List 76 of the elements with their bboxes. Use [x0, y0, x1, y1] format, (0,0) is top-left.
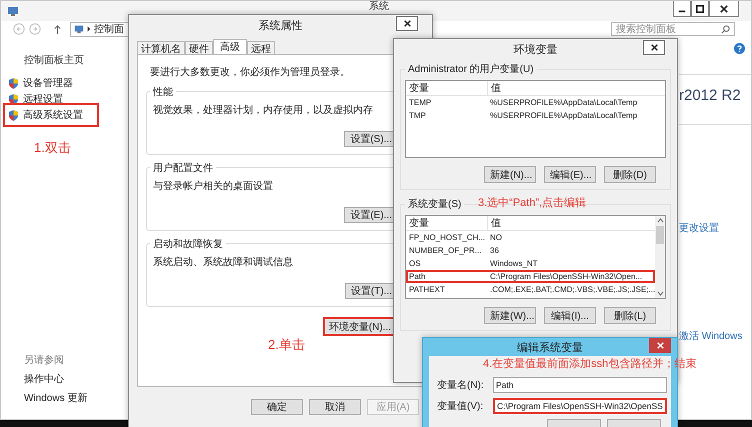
table-cell-text: %USERPROFILE%\AppData\Local\Temp — [489, 111, 638, 120]
close-icon — [656, 342, 664, 349]
group-title: 用户配置文件 — [150, 161, 216, 175]
list-button[interactable]: 编辑(I)... — [544, 307, 596, 324]
up-arrow-icon[interactable] — [53, 24, 62, 34]
section-heading: 另请参阅 — [24, 354, 65, 367]
list-button[interactable]: 编辑(E)... — [544, 166, 596, 183]
dialog-title: 环境变量 — [514, 42, 558, 56]
input-field[interactable]: Path — [493, 377, 667, 393]
group-description: 与登录帐户相关的桌面设置 — [153, 180, 274, 193]
field-label: 变量值(V): — [437, 400, 484, 413]
scrollbar[interactable] — [655, 216, 665, 298]
shield-icon — [9, 94, 18, 104]
scroll-down-icon[interactable] — [656, 291, 664, 296]
group-description: 视觉效果，处理器计划，内存使用，以及虚拟内存 — [153, 104, 374, 117]
group-title: 启动和故障恢复 — [150, 237, 226, 251]
scroll-up-icon[interactable] — [656, 218, 664, 223]
shield-icon — [9, 78, 18, 88]
computer-icon — [74, 24, 84, 34]
field-label: 变量名(N): — [437, 378, 485, 392]
tab[interactable]: 高级 — [213, 39, 247, 54]
chevron-icon — [87, 26, 91, 32]
tab[interactable]: 硬件 — [185, 41, 213, 54]
search-field[interactable]: 搜索控制面板 — [611, 22, 735, 36]
close-icon — [650, 44, 658, 51]
list-button[interactable]: 删除(D) — [604, 166, 656, 183]
annotation-text: 2.单击 — [268, 337, 305, 352]
change-settings-link[interactable]: 更改设置 — [679, 221, 751, 235]
group-title: 性能 — [150, 85, 176, 99]
annotation-text: 1.双击 — [34, 140, 71, 155]
column-header: 值 — [487, 216, 501, 230]
list-button[interactable]: 新建(N)... — [484, 166, 536, 183]
dialog-title: 系统属性 — [258, 18, 302, 32]
minimize-button[interactable] — [673, 1, 691, 17]
list-button[interactable]: 删除(L) — [604, 307, 656, 324]
table-cell-text: TMP — [408, 111, 427, 120]
table-cell-text: TEMP — [408, 98, 432, 107]
computer-icon — [7, 5, 19, 17]
dialog-button[interactable]: 确定 — [251, 399, 303, 415]
sidebar-item[interactable]: 远程设置 — [9, 93, 67, 105]
sidebar-item[interactable]: 设备管理器 — [9, 77, 77, 89]
maximize-button[interactable] — [691, 1, 709, 17]
window-title: 系统 — [369, 1, 389, 13]
close-icon — [720, 4, 728, 12]
list-row[interactable]: OS Windows_NT — [406, 257, 655, 270]
search-icon — [721, 24, 730, 34]
group-title: Administrator 的用户变量(U) — [405, 64, 537, 76]
shield-icon — [9, 110, 18, 120]
scroll-thumb[interactable] — [656, 226, 664, 244]
address-text: 控制面 — [94, 22, 124, 36]
dialog-title: 编辑系统变量 — [517, 340, 583, 354]
help-icon[interactable] — [734, 43, 745, 54]
group-title: 系统变量(S) — [405, 199, 464, 211]
list-row[interactable]: Path C:\Program Files\OpenSSH-Win32\Open... — [406, 270, 655, 283]
annotation-text: 3.选中“Path”,点击编辑 — [478, 197, 586, 210]
edition-text: r2012 R2 — [679, 87, 742, 104]
list-row[interactable]: FP_NO_HOST_CH... NO — [406, 231, 655, 244]
column-header: 变量 — [408, 216, 430, 230]
close-button[interactable] — [709, 1, 739, 17]
sidebar-item[interactable]: 高级系统设置 — [9, 109, 93, 121]
close-icon — [404, 20, 410, 27]
list-button[interactable]: 新建(W)... — [484, 307, 536, 324]
column-header: 变量 — [408, 82, 430, 95]
tab[interactable]: 计算机名 — [137, 41, 185, 54]
close-button[interactable] — [396, 16, 418, 31]
dialog-button[interactable]: 取消 — [309, 399, 361, 415]
tab[interactable]: 远程 — [247, 41, 275, 54]
group-description: 系统启动、系统故障和调试信息 — [153, 256, 294, 269]
maximize-icon — [696, 4, 704, 12]
close-button[interactable] — [643, 40, 665, 55]
activate-link[interactable]: 激活 Windows — [679, 329, 751, 343]
list-row[interactable]: PATHEXT .COM;.EXE;.BAT;.CMD;.VBS;.VBE;.JS;.JSE;... — [406, 283, 655, 296]
input-field[interactable]: C:\Program Files\OpenSSH-Win32\OpenSS — [493, 398, 667, 414]
column-header: 值 — [487, 81, 501, 95]
table-cell-text: %USERPROFILE%\AppData\Local\Temp — [489, 98, 638, 107]
list-row[interactable]: NUMBER_OF_PR... 36 — [406, 244, 655, 257]
